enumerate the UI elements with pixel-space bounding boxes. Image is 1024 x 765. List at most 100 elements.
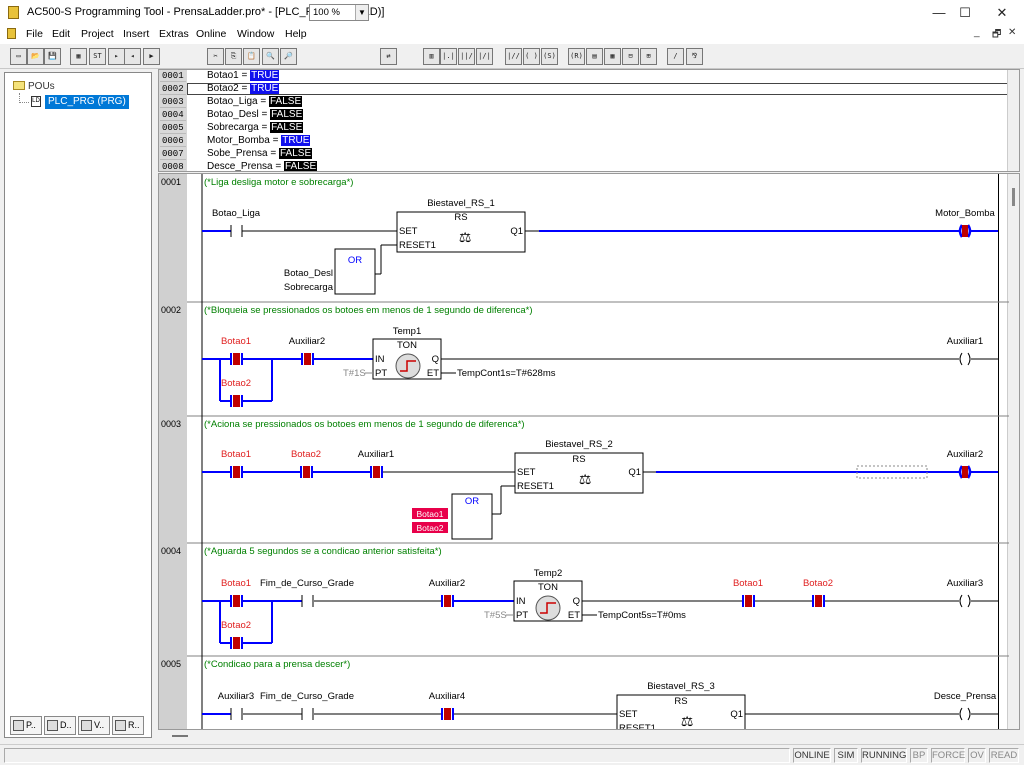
menu-edit[interactable]: Edit [52,28,70,40]
parallel-negated-contact-icon[interactable]: |// [505,48,522,65]
maximize-button[interactable]: ☐ [948,0,982,25]
menu-help[interactable]: Help [285,28,307,40]
h-scroll-thumb[interactable] [172,735,188,737]
tree-item-plc-prg[interactable]: LD PLC_PRG (PRG) [31,95,149,109]
variable-watch-line[interactable]: Motor_Bomba = TRUE [207,135,311,147]
logout-icon[interactable]: ◂ [124,48,141,65]
contact-state-fill [373,466,380,478]
find-next-icon[interactable]: 🔎 [280,48,297,65]
document-icon[interactable] [7,28,16,39]
status-read: READ [989,748,1019,763]
coil-left-arc [959,352,963,366]
ladder-editor[interactable]: 0001 (*Liga desliga motor e sobrecarga*) 0… [158,173,1020,730]
variable-watch-line[interactable]: Sobe_Prensa = FALSE [207,148,313,160]
menu-window[interactable]: Window [237,28,274,40]
box-with-en-icon[interactable]: ▦ [604,48,621,65]
chevron-down-icon[interactable]: ▼ [355,5,368,20]
close-button[interactable]: ✕ [985,0,1019,25]
network-number: 0001 [161,177,181,187]
jump-icon[interactable]: ⊟ [622,48,639,65]
or-input-sobrecarga: Sobrecarga [284,282,334,293]
network-number: 0004 [161,546,181,556]
contact-auxiliar2: Auxiliar2 [289,336,325,347]
variable-value: FALSE [269,96,303,107]
replace-icon[interactable]: ⇄ [380,48,397,65]
comment-icon[interactable]: / [667,48,684,65]
box-icon[interactable]: ▤ [586,48,603,65]
variable-watch-line[interactable]: Desce_Prensa = FALSE [207,161,318,172]
coil-right-arc [967,352,971,366]
copy-icon[interactable]: ⎘ [225,48,242,65]
pin-q1: Q1 [510,226,523,237]
variable-watch-line[interactable]: Botao2 = TRUE [207,83,280,95]
horizontal-scrollbar[interactable] [158,730,1020,740]
variable-line-number: 0001 [160,70,186,82]
stop-icon[interactable]: ST [89,48,106,65]
mdi-minimize-button[interactable]: _ [974,27,980,38]
contact-botao1: Botao1 [221,449,251,460]
menu-insert[interactable]: Insert [123,28,149,40]
set-coil-icon[interactable]: (S) [541,48,558,65]
reset-coil-icon[interactable]: (R) [568,48,585,65]
variable-value: TRUE [250,70,280,81]
contact-fim-de-curso-grade: Fim_de_Curso_Grade [260,691,354,702]
variable-declaration-panel[interactable]: 0001 0002 0003 0004 0005 0006 0007 0008 Botao1 … [158,69,1020,172]
login-icon[interactable]: ▸ [108,48,125,65]
parallel-contact-icon[interactable]: ||/ [458,48,475,65]
return-icon[interactable]: ⊞ [640,48,657,65]
contact-botao2: Botao2 [221,378,251,389]
status-online: ONLINE [793,748,831,763]
variable-watch-line[interactable]: Sobrecarga = FALSE [207,122,304,134]
network-comment: (*Liga desliga motor e sobrecarga*) [204,177,353,188]
variable-watch-line[interactable]: Botao_Desl = FALSE [207,109,304,121]
menu-project[interactable]: Project [81,28,114,40]
vertical-scrollbar[interactable] [1007,70,1019,171]
tab-pous[interactable]: P.. [10,716,42,735]
save-icon[interactable]: 💾 [44,48,61,65]
scale-icon: ⚖ [459,229,472,245]
et-variable: TempCont1s=T#628ms [457,368,556,379]
menu-extras[interactable]: Extras [159,28,189,40]
variable-watch-line[interactable]: Botao_Liga = FALSE [207,96,303,108]
contact-botao-liga: Botao_Liga [212,208,261,219]
pin-reset: RESET1 [517,481,554,492]
fb-instance-label: Temp2 [534,568,563,579]
contact-state-fill [233,353,240,365]
zoom-select[interactable]: 100 % ▼ [309,4,369,21]
fb-type-label: RS [454,212,467,223]
object-organizer: POUs LD PLC_PRG (PRG) [4,72,152,738]
coil-right-arc [966,465,972,479]
cut-icon[interactable]: ✂ [207,48,224,65]
run-icon[interactable]: ▶ [143,48,160,65]
mdi-restore-button[interactable]: 🗗 [992,27,1001,44]
build-icon[interactable]: ▦ [70,48,87,65]
coil-right-arc [967,594,971,608]
tree-root-pous[interactable]: POUs [13,81,55,92]
fb-type-label: TON [397,340,417,351]
menu-file[interactable]: File [26,28,43,40]
tab-resources[interactable]: R.. [112,716,144,735]
open-file-icon[interactable]: 📂 [27,48,44,65]
new-file-icon[interactable]: ▭ [10,48,27,65]
pin-q1: Q1 [730,709,743,720]
coil-icon[interactable]: ( ) [523,48,540,65]
toolbar: ▭ 📂 💾 ▦ ST ▸ ◂ ▶ ✂ ⎘ 📋 🔍 🔎 ⇄ ▥ |.| ||/|/| |//( ) (S) (R) ▤ ▦ ⊟… [0,43,1024,69]
menu-online[interactable]: Online [196,28,226,40]
contact-botao1: Botao1 [733,578,763,589]
find-icon[interactable]: 🔍 [262,48,279,65]
paste-icon[interactable]: 📋 [243,48,260,65]
contact-icon[interactable]: |.| [440,48,457,65]
network-icon[interactable]: ⅋ [686,48,703,65]
negated-contact-icon[interactable]: |/| [476,48,493,65]
data-types-tab-icon [47,720,58,731]
mdi-close-button[interactable]: ✕ [1008,27,1016,38]
line-numbers: 0001 0002 0003 0004 0005 0006 0007 0008 [159,70,187,171]
coil-state-fill [962,466,968,478]
tab-visualizations[interactable]: V.. [78,716,110,735]
pin-set: SET [619,709,638,720]
tab-data-types[interactable]: D.. [44,716,76,735]
status-ov: OV [968,748,986,763]
ladder-view-icon[interactable]: ▥ [423,48,440,65]
variable-watch-line[interactable]: Botao1 = TRUE [207,70,280,82]
variable-value: FALSE [284,161,318,172]
